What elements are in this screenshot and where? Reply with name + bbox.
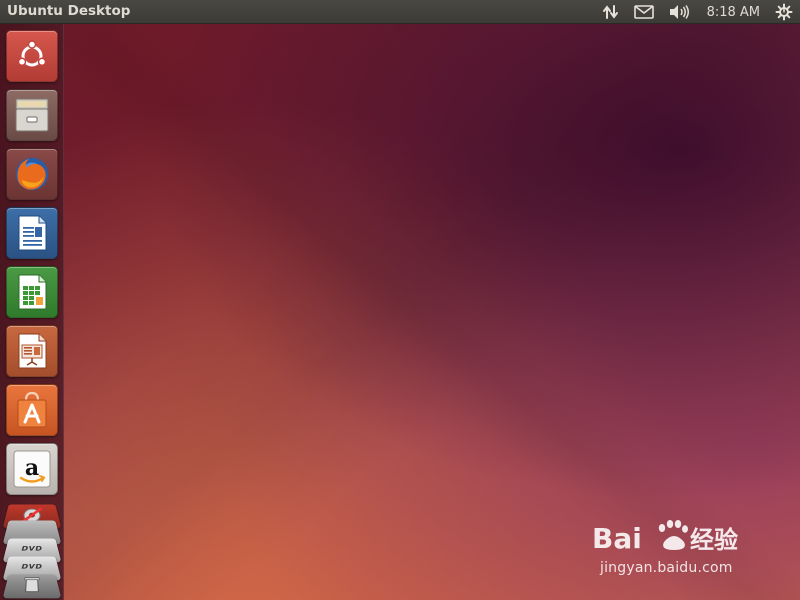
watermark-url: jingyan.baidu.com xyxy=(600,560,733,576)
envelope-icon xyxy=(633,5,654,19)
network-updown-icon xyxy=(602,4,620,20)
svg-text:Bai: Bai xyxy=(592,522,642,555)
impress-presentation-icon xyxy=(12,331,52,371)
launcher-item-libreoffice-impress[interactable] xyxy=(6,325,58,377)
session-indicator[interactable] xyxy=(768,0,800,24)
shopping-bag-icon xyxy=(12,390,52,430)
launcher-item-amazon[interactable]: a xyxy=(6,443,58,495)
trash-icon xyxy=(23,577,41,596)
network-indicator[interactable] xyxy=(595,0,627,24)
launcher-item-libreoffice-writer[interactable] xyxy=(6,207,58,259)
launcher-item-ubuntu-software-center[interactable] xyxy=(6,384,58,436)
top-panel: Ubuntu Desktop 8:18 AM xyxy=(0,0,800,24)
writer-document-icon xyxy=(12,213,52,253)
sound-indicator[interactable] xyxy=(661,0,697,24)
launcher-stacked-items: DVD DVD xyxy=(6,498,58,600)
launcher: a DVD DVD xyxy=(0,24,64,600)
launcher-item-files[interactable] xyxy=(6,89,58,141)
svg-text:a: a xyxy=(25,455,39,481)
launcher-item-trash[interactable] xyxy=(2,574,62,598)
clock-indicator[interactable]: 8:18 AM xyxy=(697,0,768,24)
file-cabinet-icon xyxy=(12,95,52,135)
ubuntu-logo-icon xyxy=(12,36,52,76)
baidu-logo: Bai 经验 xyxy=(592,520,738,555)
window-title: Ubuntu Desktop xyxy=(7,3,131,19)
indicator-area: 8:18 AM xyxy=(595,0,800,24)
firefox-icon xyxy=(12,154,52,194)
speaker-volume-icon xyxy=(668,4,690,20)
calc-spreadsheet-icon xyxy=(12,272,52,312)
amazon-logo-icon: a xyxy=(12,449,52,489)
launcher-item-libreoffice-calc[interactable] xyxy=(6,266,58,318)
svg-text:经验: 经验 xyxy=(690,526,738,554)
desktop-wallpaper[interactable] xyxy=(0,0,800,600)
gear-power-icon xyxy=(775,3,793,21)
messaging-indicator[interactable] xyxy=(627,0,661,24)
launcher-item-firefox[interactable] xyxy=(6,148,58,200)
launcher-item-dash[interactable] xyxy=(6,30,58,82)
baidu-watermark: Bai 经验 jingyan.baidu.com xyxy=(592,512,772,582)
